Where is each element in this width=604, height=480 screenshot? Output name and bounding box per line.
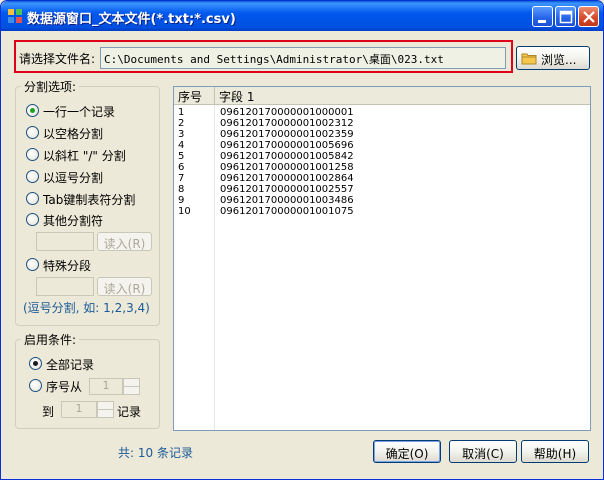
row-field-value: 096120170000001001075: [220, 206, 354, 217]
to-label: 到: [42, 405, 55, 419]
split-options-title: 分割选项:: [21, 78, 80, 95]
row-index: 8: [178, 184, 185, 195]
app-icon: [8, 9, 22, 23]
row-index: 4: [178, 140, 185, 151]
records-table[interactable]: 序号 字段 1 1 096120170000001000001 2 096120170…: [173, 86, 591, 431]
radio-special-segment[interactable]: [26, 258, 39, 271]
radio-space[interactable]: [26, 126, 39, 139]
file-label: 请选择文件名:: [19, 52, 96, 66]
table-row[interactable]: 1 096120170000001000001: [174, 107, 590, 118]
row-index: 3: [178, 129, 185, 140]
separator-input[interactable]: [36, 232, 94, 251]
table-row[interactable]: 7 096120170000001002864: [174, 173, 590, 184]
maximize-icon: [559, 10, 573, 24]
table-row[interactable]: 5 096120170000001005842: [174, 151, 590, 162]
minimize-icon: [538, 20, 546, 23]
table-row[interactable]: 9 096120170000001003486: [174, 195, 590, 206]
row-index: 6: [178, 162, 185, 173]
close-icon: [583, 11, 595, 23]
table-row[interactable]: 3 096120170000001002359: [174, 129, 590, 140]
browse-button[interactable]: 浏览...: [516, 46, 590, 70]
maximize-button[interactable]: [555, 6, 576, 27]
read-separator-button[interactable]: 读入(R): [97, 232, 152, 251]
radio-other-separator[interactable]: [26, 213, 39, 226]
row-field-value: 096120170000001000001: [220, 107, 354, 118]
row-field-value: 096120170000001002557: [220, 184, 354, 195]
to-input[interactable]: 1: [61, 401, 97, 418]
header-index[interactable]: 序号: [174, 87, 215, 104]
help-button[interactable]: 帮助(H): [521, 440, 589, 463]
row-index: 1: [178, 107, 185, 118]
row-field-value: 096120170000001005842: [220, 151, 354, 162]
row-field-value: 096120170000001002359: [220, 129, 354, 140]
radio-slash[interactable]: [26, 148, 39, 161]
row-field-value: 096120170000001002312: [220, 118, 354, 129]
radio-all-records[interactable]: [29, 357, 42, 370]
title-bar[interactable]: 数据源窗口_文本文件(*.txt;*.csv): [1, 1, 603, 31]
table-row[interactable]: 6 096120170000001001258: [174, 162, 590, 173]
condition-title: 启用条件:: [21, 331, 80, 348]
radio-comma[interactable]: [26, 170, 39, 183]
row-index: 5: [178, 151, 185, 162]
row-index: 7: [178, 173, 185, 184]
row-field-value: 096120170000001003486: [220, 195, 354, 206]
folder-icon: [521, 53, 537, 65]
row-index: 2: [178, 118, 185, 129]
table-row[interactable]: 4 096120170000001005696: [174, 140, 590, 151]
radio-one-per-line[interactable]: [26, 104, 39, 117]
table-header: 序号 字段 1: [174, 87, 590, 105]
browse-label: 浏览...: [541, 53, 577, 67]
spin-down-icon[interactable]: [98, 402, 113, 410]
segment-input[interactable]: [36, 277, 94, 296]
data-source-window: 数据源窗口_文本文件(*.txt;*.csv) 请选择文件名: C:\Docum…: [0, 0, 604, 480]
radio-range-records[interactable]: [29, 379, 42, 392]
table-row[interactable]: 2 096120170000001002312: [174, 118, 590, 129]
from-spinner[interactable]: [123, 378, 140, 395]
row-field-value: 096120170000001002864: [220, 173, 354, 184]
table-row[interactable]: 8 096120170000001002557: [174, 184, 590, 195]
file-path-field[interactable]: C:\Documents and Settings\Administrator\…: [100, 47, 506, 69]
close-button[interactable]: [578, 6, 599, 27]
records-label: 记录: [117, 405, 142, 419]
row-field-value: 096120170000001001258: [220, 162, 354, 173]
radio-tab[interactable]: [26, 192, 39, 205]
table-row[interactable]: 10 096120170000001001075: [174, 206, 590, 217]
from-input[interactable]: 1: [89, 378, 123, 395]
window-title: 数据源窗口_文本文件(*.txt;*.csv): [27, 12, 236, 27]
header-field-1[interactable]: 字段 1: [215, 87, 590, 104]
to-spinner[interactable]: [97, 401, 114, 418]
cancel-button[interactable]: 取消(C): [449, 440, 517, 463]
row-index: 10: [178, 206, 191, 217]
record-count: 共: 10 条记录: [118, 446, 193, 460]
row-index: 9: [178, 195, 185, 206]
ok-button[interactable]: 确定(O): [373, 440, 441, 463]
minimize-button[interactable]: [532, 6, 553, 27]
row-field-value: 096120170000001005696: [220, 140, 354, 151]
spin-up-icon[interactable]: [124, 379, 139, 387]
segment-hint: (逗号分割, 如: 1,2,3,4): [23, 301, 150, 315]
read-segment-button[interactable]: 读入(R): [97, 277, 152, 296]
